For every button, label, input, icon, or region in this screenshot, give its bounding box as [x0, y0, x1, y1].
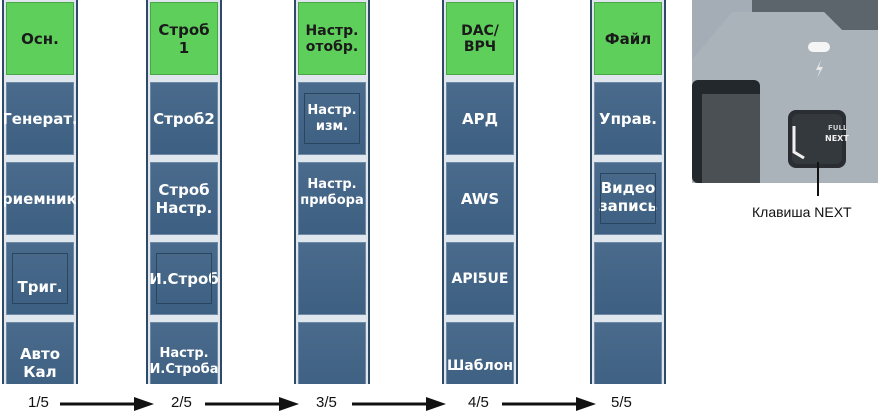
device-photo: FULL NEXT	[692, 0, 878, 183]
arrow-right-icon	[205, 397, 299, 411]
menu-button-empty-5-4[interactable]	[594, 242, 662, 315]
menu-panel-3: Настр. отобр. Настр. изм. Настр. прибора	[294, 0, 370, 384]
menu-button-dgs[interactable]: АРД	[446, 82, 514, 155]
arrow-right-icon	[352, 397, 446, 411]
menu-panel-2: Строб 1 Строб2 Строб Настр. И.Строб Наст…	[146, 0, 222, 384]
menu-button-auto-cal[interactable]: Авто Кал	[6, 322, 74, 384]
menu-button-aws[interactable]: AWS	[446, 162, 514, 235]
menu-panel-1: Осн. Генерат. Приемник Триг. Авто Кал	[2, 0, 78, 384]
page-label-3: 3/5	[316, 394, 337, 411]
menu-button-i-gate[interactable]: И.Строб	[149, 242, 219, 315]
menu-button-empty-3-4[interactable]	[298, 242, 366, 315]
menu-button-instrument-setup[interactable]: Настр. прибора	[298, 162, 366, 235]
menu-panel-5: Файл Управ. Видео запись	[590, 0, 666, 384]
menu-button-generator[interactable]: Генерат.	[4, 82, 76, 155]
menu-button-gate-1[interactable]: Строб 1	[150, 2, 218, 75]
menu-button-measure-setup[interactable]: Настр. изм.	[298, 82, 366, 155]
full-key-label: FULL	[828, 124, 848, 132]
menu-button-i-gate-setup[interactable]: Настр. И.Строба	[150, 322, 219, 384]
menu-button-file[interactable]: Файл	[594, 2, 662, 75]
callout-line	[817, 162, 819, 196]
menu-panel-4: DAC/ ВРЧ АРД AWS API5UE Шаблон	[442, 0, 518, 384]
menu-button-display-setup[interactable]: Настр. отобр.	[298, 2, 366, 75]
device-body-illustration	[692, 0, 878, 183]
page-label-2: 2/5	[171, 394, 192, 411]
page-label-4: 4/5	[468, 394, 489, 411]
page-label-1: 1/5	[28, 394, 49, 411]
arrow-right-icon	[60, 397, 154, 411]
next-key-callout: Клавиша NEXT	[752, 204, 852, 220]
menu-button-template[interactable]: Шаблон	[446, 322, 514, 384]
arrow-right-icon	[502, 397, 596, 411]
menu-button-api5ue[interactable]: API5UE	[446, 242, 514, 315]
page-label-5: 5/5	[611, 394, 632, 411]
menu-button-dac-tvg[interactable]: DAC/ ВРЧ	[446, 2, 514, 75]
menu-button-empty-3-5[interactable]	[298, 322, 366, 384]
menu-button-empty-5-5[interactable]	[594, 322, 662, 384]
menu-button-receiver[interactable]: Приемник	[4, 162, 76, 235]
menu-button-trigger[interactable]: Триг.	[6, 242, 74, 315]
menu-button-gate-setup[interactable]: Строб Настр.	[150, 162, 218, 235]
menu-button-osn[interactable]: Осн.	[6, 2, 74, 75]
menu-button-control[interactable]: Управ.	[594, 82, 662, 155]
menu-button-receiver-label: Приемник	[2, 189, 77, 208]
next-key-label: NEXT	[825, 134, 849, 143]
menu-button-video-record[interactable]: Видео запись	[594, 162, 662, 235]
menu-button-gate-2[interactable]: Строб2	[150, 82, 218, 155]
